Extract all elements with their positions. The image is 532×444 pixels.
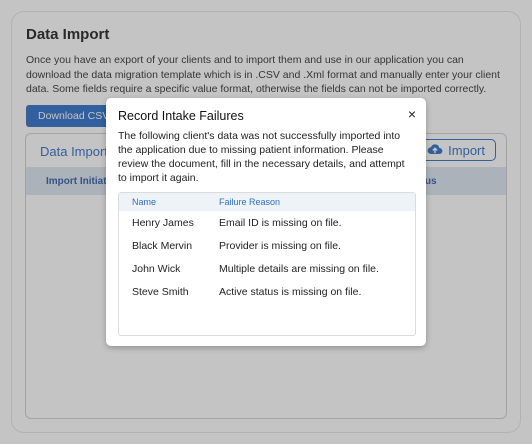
table-row: Henry James Email ID is missing on file.: [119, 213, 415, 236]
row-reason: Provider is missing on file.: [219, 240, 341, 252]
modal-title: Record Intake Failures: [118, 109, 244, 123]
row-reason: Email ID is missing on file.: [219, 217, 342, 229]
row-reason: Multiple details are missing on file.: [219, 263, 379, 275]
row-name: Steve Smith: [132, 286, 189, 298]
row-name: John Wick: [132, 263, 181, 275]
column-failure-reason: Failure Reason: [219, 197, 281, 207]
table-row: Black Mervin Provider is missing on file…: [119, 236, 415, 259]
row-reason: Active status is missing on file.: [219, 286, 362, 298]
row-name: Black Mervin: [132, 240, 193, 252]
record-intake-failures-modal: Record Intake Failures × The following c…: [106, 98, 426, 346]
table-row: John Wick Multiple details are missing o…: [119, 259, 415, 282]
table-row: Steve Smith Active status is missing on …: [119, 282, 415, 305]
row-name: Henry James: [132, 217, 194, 229]
failures-table-header: Name Failure Reason: [119, 193, 415, 211]
modal-message: The following client's data was not succ…: [118, 130, 405, 184]
close-icon[interactable]: ×: [408, 107, 416, 121]
failures-table: Name Failure Reason Henry James Email ID…: [118, 192, 416, 336]
column-name: Name: [132, 197, 157, 207]
